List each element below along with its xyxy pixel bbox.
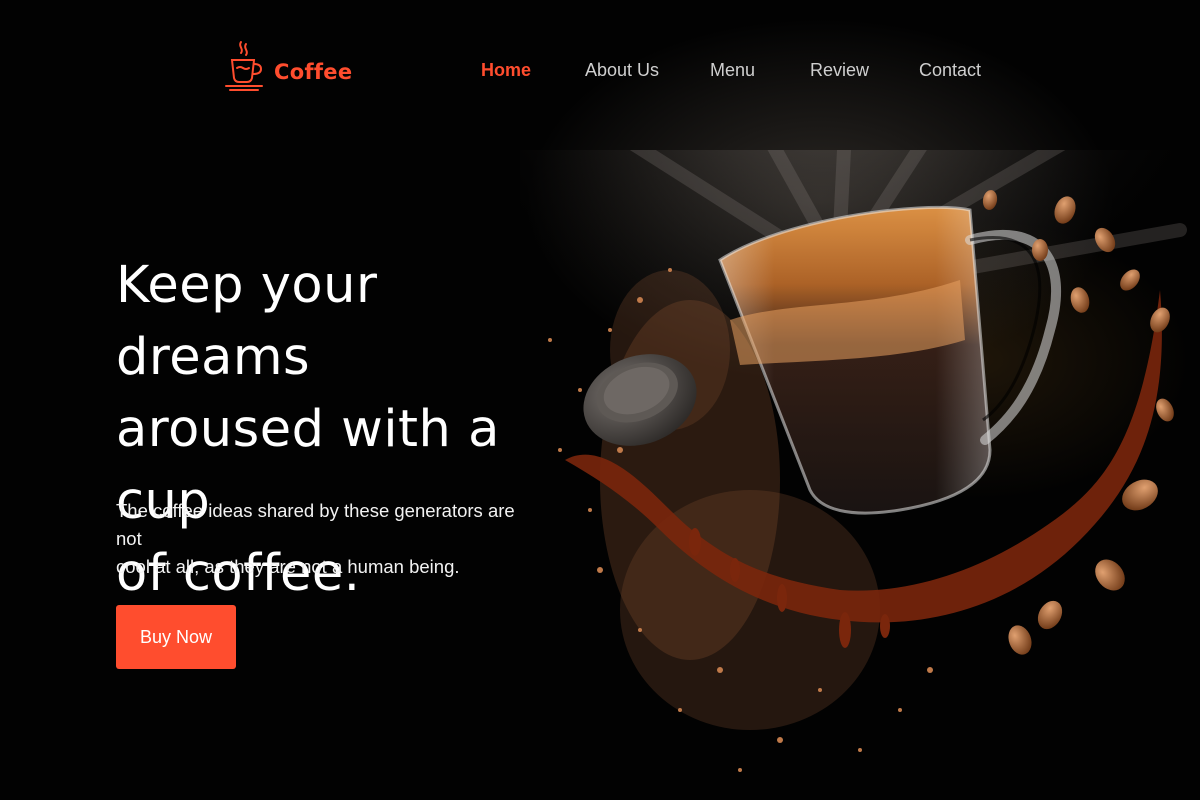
main-nav: Home About Us Menu Review Contact [0, 60, 1200, 84]
subtext-line: The coffee ideas shared by these generat… [116, 500, 515, 549]
coffee-glass-splash-image [520, 150, 1200, 772]
buy-now-button[interactable]: Buy Now [116, 605, 236, 669]
headline-line: Keep your dreams [116, 256, 378, 387]
nav-menu[interactable]: Menu [710, 60, 755, 81]
nav-about-us[interactable]: About Us [585, 60, 659, 81]
nav-home[interactable]: Home [481, 60, 531, 81]
hero-subtext: The coffee ideas shared by these generat… [116, 497, 536, 581]
nav-contact[interactable]: Contact [919, 60, 981, 81]
hero-section: Coffee Home About Us Menu Review Contact… [0, 0, 1200, 800]
nav-review[interactable]: Review [810, 60, 869, 81]
subtext-line: cool at all, as they are not a human bei… [116, 556, 460, 577]
